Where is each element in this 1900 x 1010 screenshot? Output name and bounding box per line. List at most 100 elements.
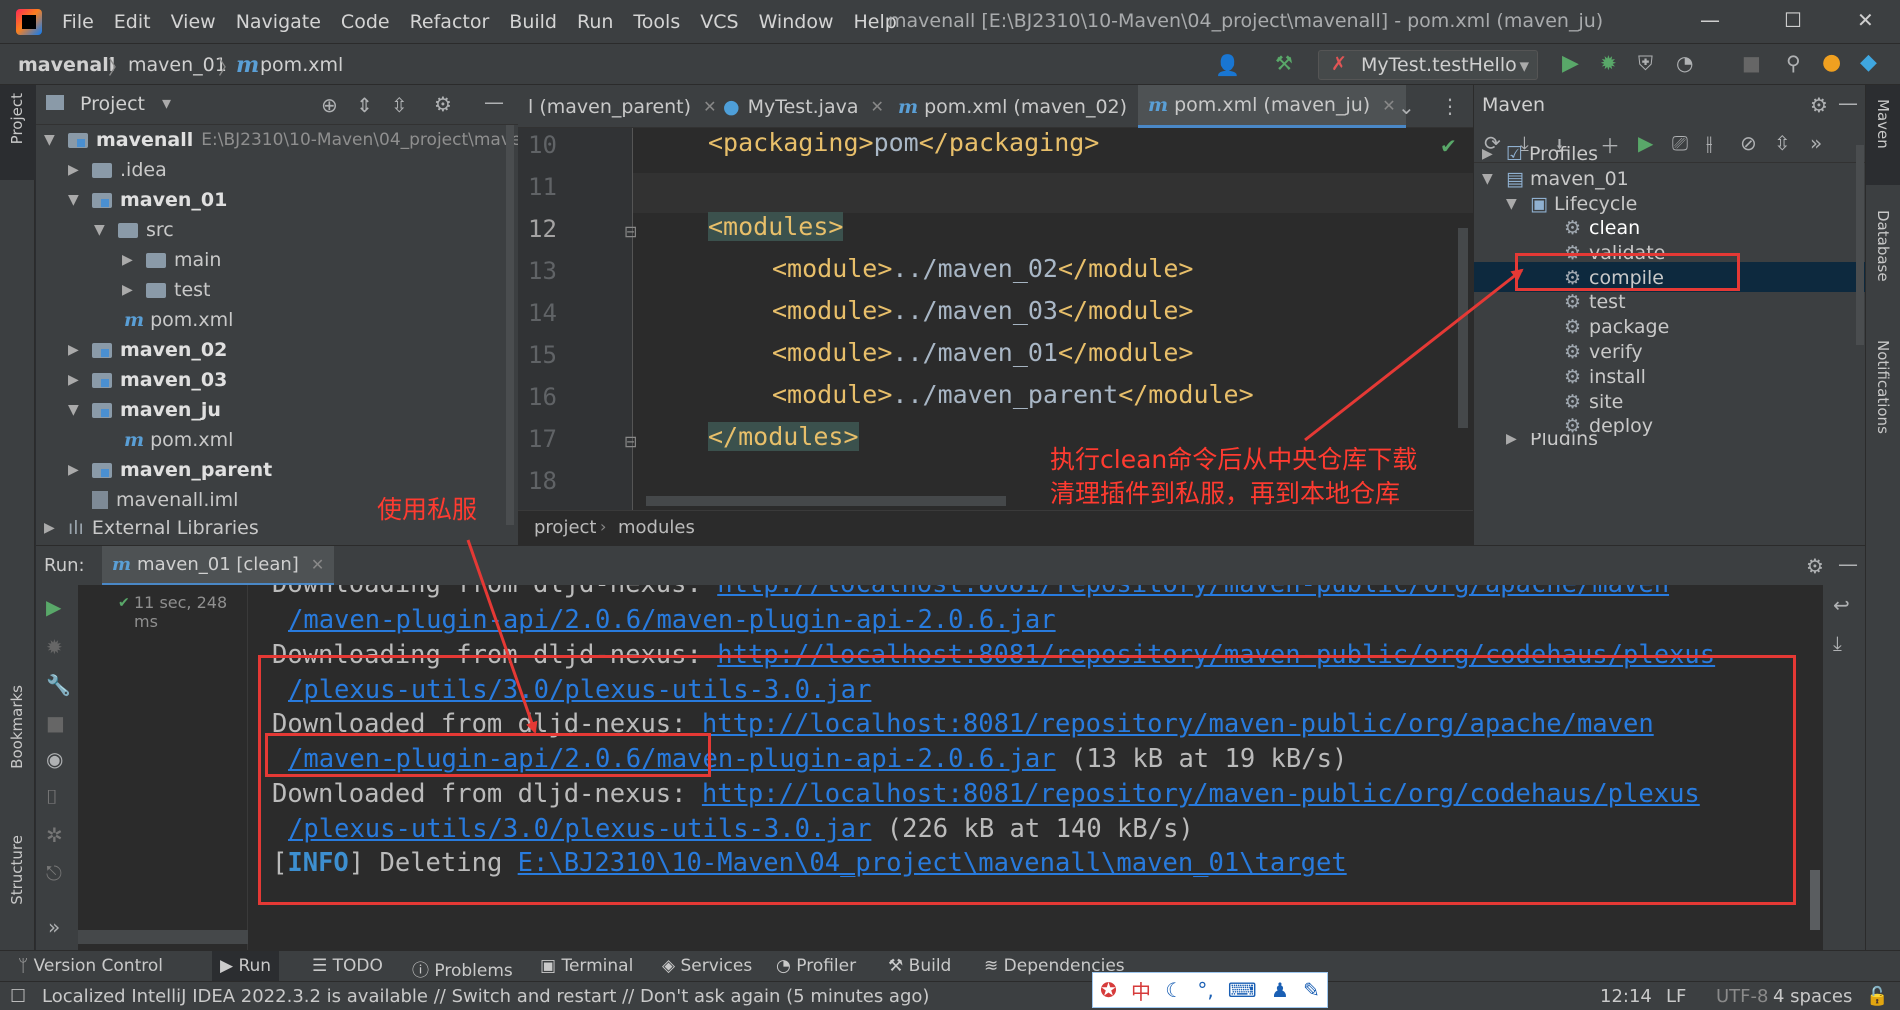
- breadcrumb-project[interactable]: project: [534, 517, 596, 538]
- tab-pom-maven-parent[interactable]: l (maven_parent) ✕: [518, 85, 726, 128]
- coverage-icon[interactable]: ⛨: [1638, 51, 1653, 75]
- run-configuration-select[interactable]: ✗ MyTest.testHello ▾: [1318, 50, 1538, 80]
- structure-tool-tab[interactable]: Structure: [8, 835, 26, 905]
- more-icon[interactable]: »: [1810, 131, 1822, 155]
- skip-tests-icon[interactable]: ⊘: [1740, 131, 1757, 155]
- tree-item-test[interactable]: ▶ test: [122, 275, 211, 305]
- console-link[interactable]: http://localhost:8081/repository/maven-p…: [717, 585, 1669, 599]
- soft-wrap-icon[interactable]: ↩: [1833, 593, 1850, 617]
- stop-icon[interactable]: ■: [1742, 51, 1761, 75]
- crumb-module[interactable]: maven_01: [128, 54, 227, 76]
- run-icon[interactable]: ▶: [1562, 51, 1579, 76]
- run-duration[interactable]: 11 sec, 248 ms: [134, 593, 247, 631]
- camera-icon[interactable]: ⌷: [46, 785, 58, 809]
- database-tool-tab[interactable]: Database: [1874, 210, 1892, 282]
- fold-icon[interactable]: ⊟: [624, 222, 637, 241]
- close-icon[interactable]: ✕: [311, 555, 324, 574]
- stop-icon[interactable]: ■: [46, 711, 65, 735]
- menu-vcs[interactable]: VCS: [700, 11, 738, 33]
- hide-panel-icon[interactable]: —: [484, 90, 504, 114]
- tab-pom-maven-ju[interactable]: m pom.xml (maven_ju) ✕: [1138, 85, 1406, 128]
- more-icon[interactable]: ⋮: [1440, 94, 1460, 118]
- bookmarks-tool-tab[interactable]: Bookmarks: [8, 685, 26, 769]
- maximize-icon[interactable]: ☐: [1784, 8, 1802, 32]
- menu-edit[interactable]: Edit: [114, 11, 151, 33]
- tree-item-root[interactable]: ▼ mavenall E:\BJ2310\10-Maven\04_project\m…: [44, 125, 521, 155]
- project-view-select[interactable]: Project: [80, 93, 145, 115]
- toggle-offline-icon[interactable]: ⫲: [1706, 131, 1712, 155]
- terminal-tool-button[interactable]: ▣ Terminal: [540, 956, 633, 976]
- keyboard-icon[interactable]: ⌨: [1228, 978, 1257, 1002]
- menu-view[interactable]: View: [171, 11, 216, 33]
- crumb-project[interactable]: mavenall: [18, 54, 115, 76]
- lock-icon[interactable]: 🔓: [1866, 986, 1888, 1007]
- punctuation-icon[interactable]: °,: [1197, 978, 1213, 1002]
- locate-icon[interactable]: ⊕: [321, 93, 338, 117]
- add-icon[interactable]: ＋: [1600, 130, 1620, 159]
- run-tool-button[interactable]: ▶ Run: [212, 951, 280, 982]
- notifications-tool-tab[interactable]: Notifications: [1874, 340, 1892, 434]
- moon-icon[interactable]: ☾: [1165, 978, 1183, 1002]
- settings-icon[interactable]: ✲: [46, 823, 63, 847]
- menu-run[interactable]: Run: [577, 11, 613, 33]
- tree-item-pom-maven-ju[interactable]: m pom.xml: [124, 425, 233, 455]
- profile-icon[interactable]: ◔: [1676, 51, 1693, 75]
- update-icon[interactable]: ●: [1822, 50, 1841, 75]
- breadcrumb-modules[interactable]: modules: [618, 517, 695, 538]
- intellij-logo-icon[interactable]: [16, 8, 42, 35]
- fold-icon[interactable]: ⊟: [624, 432, 637, 451]
- user-icon[interactable]: 👤: [1215, 53, 1240, 77]
- gear-icon[interactable]: ⚙: [434, 92, 452, 116]
- crumb-file[interactable]: pom.xml: [260, 54, 343, 76]
- run-tree-hscrollbar[interactable]: [78, 930, 248, 944]
- menu-window[interactable]: Window: [759, 11, 834, 33]
- rerun-icon[interactable]: ▶: [46, 595, 61, 619]
- search-icon[interactable]: ⚲: [1786, 51, 1801, 75]
- version-control-tool-button[interactable]: ᛘ Version Control: [18, 956, 163, 976]
- gear-icon[interactable]: ⚙: [1810, 93, 1828, 117]
- ime-toolbar[interactable]: ✪ 中 ☾ °, ⌨ ♟ ✎: [1092, 972, 1328, 1008]
- notification-icon[interactable]: ☐: [10, 986, 26, 1007]
- console-link[interactable]: /maven-plugin-api/2.0.6/maven-plugin-api…: [288, 605, 1056, 635]
- tree-item-idea[interactable]: ▶ .idea: [68, 155, 167, 185]
- close-icon[interactable]: ✕: [871, 97, 884, 116]
- tree-item-mavenall-iml[interactable]: mavenall.iml: [92, 485, 238, 515]
- menu-tools[interactable]: Tools: [633, 11, 680, 33]
- maven-scrollbar[interactable]: [1856, 145, 1864, 345]
- gear-icon[interactable]: ⚙: [1806, 554, 1824, 578]
- eye-icon[interactable]: ◉: [46, 747, 63, 771]
- maven-plugins[interactable]: ▶ Plugins: [1506, 433, 1598, 445]
- minimize-icon[interactable]: —: [1700, 8, 1720, 32]
- caret-position[interactable]: 12:14: [1600, 986, 1652, 1007]
- tree-item-maven-03[interactable]: ▶ maven_03: [68, 365, 227, 395]
- problems-tool-button[interactable]: ⓘ Problems: [412, 956, 513, 981]
- tree-item-maven-parent[interactable]: ▶ maven_parent: [68, 455, 272, 485]
- maven-tool-tab[interactable]: Maven: [1874, 99, 1892, 149]
- tab-pom-maven-02[interactable]: mpom.xml (maven_02)✕: [888, 85, 1162, 128]
- run-icon[interactable]: ▶: [1638, 131, 1653, 155]
- project-scrollbar[interactable]: [506, 125, 514, 525]
- execute-goal-icon[interactable]: ⎚: [1672, 131, 1688, 155]
- editor-scrollbar[interactable]: [1458, 228, 1468, 428]
- chevron-down-icon[interactable]: ▾: [162, 93, 171, 114]
- console-scrollbar[interactable]: [1810, 870, 1820, 930]
- hide-panel-icon[interactable]: —: [1838, 91, 1858, 115]
- hide-panel-icon[interactable]: —: [1838, 552, 1858, 576]
- tree-item-src[interactable]: ▼ src: [94, 215, 174, 245]
- tab-mytest-java[interactable]: ● MyTest.java ✕: [713, 85, 894, 128]
- menu-refactor[interactable]: Refactor: [410, 11, 490, 33]
- debug-icon[interactable]: ✹: [46, 635, 63, 659]
- menu-build[interactable]: Build: [509, 11, 557, 33]
- services-tool-button[interactable]: ◈ Services: [662, 956, 752, 976]
- chevron-down-icon[interactable]: ⌄: [1398, 95, 1415, 119]
- build-hammer-icon[interactable]: ⚒: [1275, 51, 1293, 75]
- ide-logo-icon[interactable]: ◆: [1860, 50, 1877, 75]
- debug-icon[interactable]: ✹: [1600, 51, 1617, 75]
- file-encoding[interactable]: UTF-8: [1716, 986, 1768, 1007]
- status-message[interactable]: Localized IntelliJ IDEA 2022.3.2 is avai…: [42, 986, 929, 1007]
- line-separator[interactable]: LF: [1666, 986, 1686, 1007]
- collapse-icon[interactable]: ⇳: [1774, 131, 1791, 155]
- build-tool-button[interactable]: ⚒ Build: [888, 956, 951, 976]
- wrench-icon[interactable]: 🔧: [46, 673, 71, 697]
- user-icon[interactable]: ♟: [1271, 978, 1289, 1002]
